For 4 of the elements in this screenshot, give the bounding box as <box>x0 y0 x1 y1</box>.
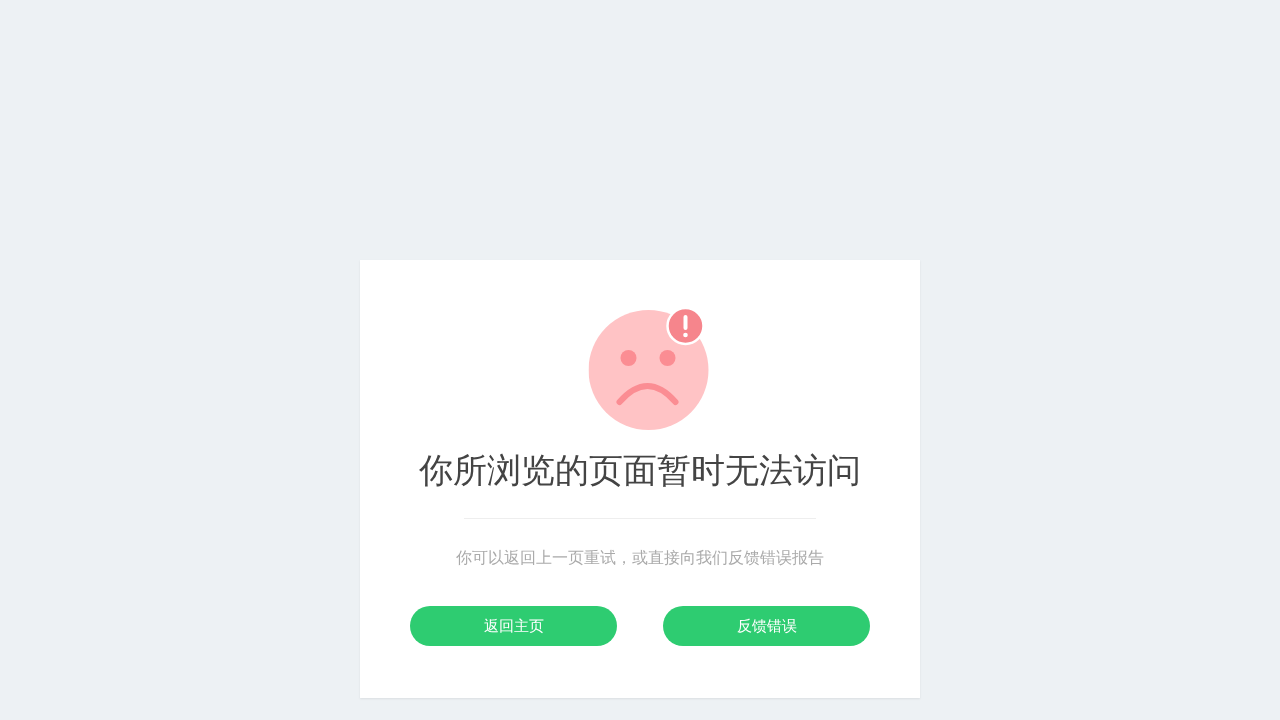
action-button[interactable]: 返回主页 <box>410 606 617 646</box>
error-title: 你所浏览的页面暂时无法访问 <box>419 450 861 490</box>
error-message: 你可以返回上一页重试，或直接向我们反馈错误报告 <box>456 548 824 568</box>
action-button[interactable]: 反馈错误 <box>663 606 870 646</box>
